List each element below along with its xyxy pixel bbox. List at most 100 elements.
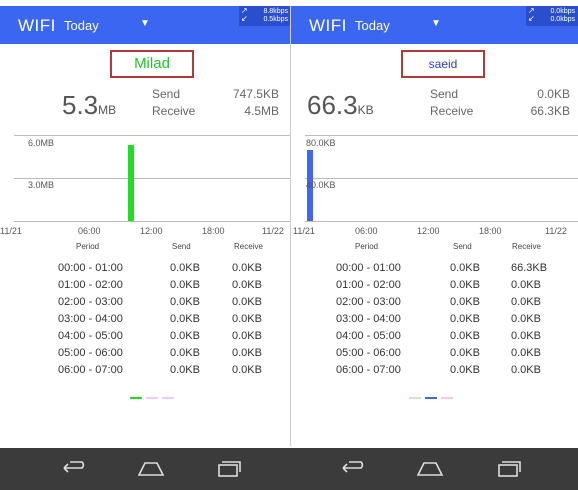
period-cell: 05:00 - 06:00 <box>58 347 123 359</box>
period-cell: 03:00 - 04:00 <box>58 313 123 325</box>
send-cell: 0.0KB <box>170 262 200 274</box>
column-header-send: Send <box>172 242 191 251</box>
send-value: 0.0KB <box>537 87 570 101</box>
total-unit: MB <box>98 103 117 117</box>
receive-cell: 0.0KB <box>511 330 541 342</box>
speed-indicator: ↗ ↙ 8.8kbps 0.5kbps <box>239 6 291 26</box>
grid-line <box>14 221 291 222</box>
grid-line <box>305 178 578 179</box>
send-cell: 0.0KB <box>170 364 200 376</box>
column-header-send: Send <box>453 242 472 251</box>
speed-indicator: ↗ ↙ 0.0kbps 0.0kbps <box>526 6 578 26</box>
home-icon[interactable] <box>137 457 165 479</box>
send-cell: 0.0KB <box>450 296 480 308</box>
legend-swatch <box>130 397 142 399</box>
send-cell: 0.0KB <box>450 313 480 325</box>
app-title: WIFI <box>18 16 56 35</box>
right-screen: WIFI Today ▼ ↗ ↙ 0.0kbps 0.0kbps saeid 6… <box>291 0 578 490</box>
grid-line <box>14 135 291 136</box>
receive-cell: 0.0KB <box>232 296 262 308</box>
period-cell: 01:00 - 02:00 <box>336 279 401 291</box>
receive-cell: 0.0KB <box>511 279 541 291</box>
upload-speed: 0.0kbps <box>550 8 575 15</box>
y-tick-label: 40.0KB <box>306 180 336 190</box>
y-tick-label: 3.0MB <box>28 180 55 190</box>
x-tick-label: 12:00 <box>140 226 163 236</box>
period-selector[interactable]: Today <box>355 18 390 33</box>
left-screen: WIFI Today ▼ ↗ ↙ 8.8kbps 0.5kbps Milad 5… <box>0 0 291 490</box>
android-nav-bar <box>291 448 578 490</box>
period-selector[interactable]: Today <box>64 18 99 33</box>
back-icon[interactable] <box>339 457 367 479</box>
period-cell: 01:00 - 02:00 <box>58 279 123 291</box>
dropdown-arrow-icon[interactable]: ▼ <box>140 18 150 29</box>
recents-icon[interactable] <box>495 457 523 479</box>
send-cell: 0.0KB <box>170 296 200 308</box>
y-tick-label: 80.0KB <box>306 138 336 148</box>
column-header-period: Period <box>355 242 379 251</box>
period-cell: 02:00 - 03:00 <box>336 296 401 308</box>
send-cell: 0.0KB <box>170 347 200 359</box>
total-value: 66.3 <box>307 90 358 120</box>
download-speed: 0.0kbps <box>550 16 575 23</box>
receive-cell: 66.3KB <box>511 262 548 274</box>
send-cell: 0.0KB <box>450 279 480 291</box>
grid-line <box>305 135 578 136</box>
period-cell: 04:00 - 05:00 <box>336 330 401 342</box>
column-header-period: Period <box>76 242 100 251</box>
x-tick-label: 12:00 <box>417 226 440 236</box>
send-cell: 0.0KB <box>170 279 200 291</box>
recents-icon[interactable] <box>215 457 243 479</box>
download-arrow-icon: ↙ <box>528 14 535 23</box>
legend-swatch <box>146 397 158 399</box>
send-cell: 0.0KB <box>450 262 480 274</box>
receive-cell: 0.0KB <box>511 296 541 308</box>
x-tick-label: 11/22 <box>262 226 284 236</box>
send-label: Send <box>430 87 459 101</box>
receive-value: 4.5MB <box>244 104 279 118</box>
receive-cell: 0.0KB <box>232 313 262 325</box>
legend-swatch <box>409 397 421 399</box>
total-unit: KB <box>357 103 374 117</box>
download-arrow-icon: ↙ <box>241 14 248 23</box>
receive-label: Receive <box>152 104 196 118</box>
period-cell: 00:00 - 01:00 <box>58 262 123 274</box>
toolbar: WIFI Today ▼ ↗ ↙ 8.8kbps 0.5kbps <box>0 6 291 44</box>
legend-swatch <box>441 397 453 399</box>
toolbar: WIFI Today ▼ ↗ ↙ 0.0kbps 0.0kbps <box>291 6 578 44</box>
app-title: WIFI <box>309 16 347 35</box>
send-cell: 0.0KB <box>170 330 200 342</box>
send-cell: 0.0KB <box>170 313 200 325</box>
x-tick-label: 18:00 <box>479 226 502 236</box>
period-cell: 05:00 - 06:00 <box>336 347 401 359</box>
grid-line <box>14 178 291 179</box>
x-tick-label: 06:00 <box>355 226 378 236</box>
period-cell: 06:00 - 07:00 <box>58 364 123 376</box>
total-usage: 66.3KB <box>307 90 374 121</box>
total-value: 5.3 <box>62 90 99 120</box>
receive-label: Receive <box>430 104 474 118</box>
column-header-receive: Receive <box>512 242 541 251</box>
receive-cell: 0.0KB <box>232 347 262 359</box>
x-tick-label: 11/21 <box>293 226 315 236</box>
back-icon[interactable] <box>60 457 88 479</box>
send-cell: 0.0KB <box>450 347 480 359</box>
x-tick-label: 11/21 <box>0 226 22 236</box>
period-cell: 06:00 - 07:00 <box>336 364 401 376</box>
receive-cell: 0.0KB <box>232 279 262 291</box>
usage-bar <box>127 145 134 221</box>
receive-cell: 0.0KB <box>232 364 262 376</box>
x-tick-label: 06:00 <box>78 226 101 236</box>
receive-cell: 0.0KB <box>232 262 262 274</box>
upload-speed: 8.8kbps <box>263 8 288 15</box>
android-nav-bar <box>0 448 291 490</box>
receive-cell: 0.0KB <box>232 330 262 342</box>
period-cell: 04:00 - 05:00 <box>58 330 123 342</box>
dropdown-arrow-icon[interactable]: ▼ <box>431 18 441 29</box>
receive-cell: 0.0KB <box>511 364 541 376</box>
receive-cell: 0.0KB <box>511 313 541 325</box>
home-icon[interactable] <box>416 457 444 479</box>
user-name-label: Milad <box>110 50 194 78</box>
send-label: Send <box>152 87 181 101</box>
receive-value: 66.3KB <box>530 104 570 118</box>
